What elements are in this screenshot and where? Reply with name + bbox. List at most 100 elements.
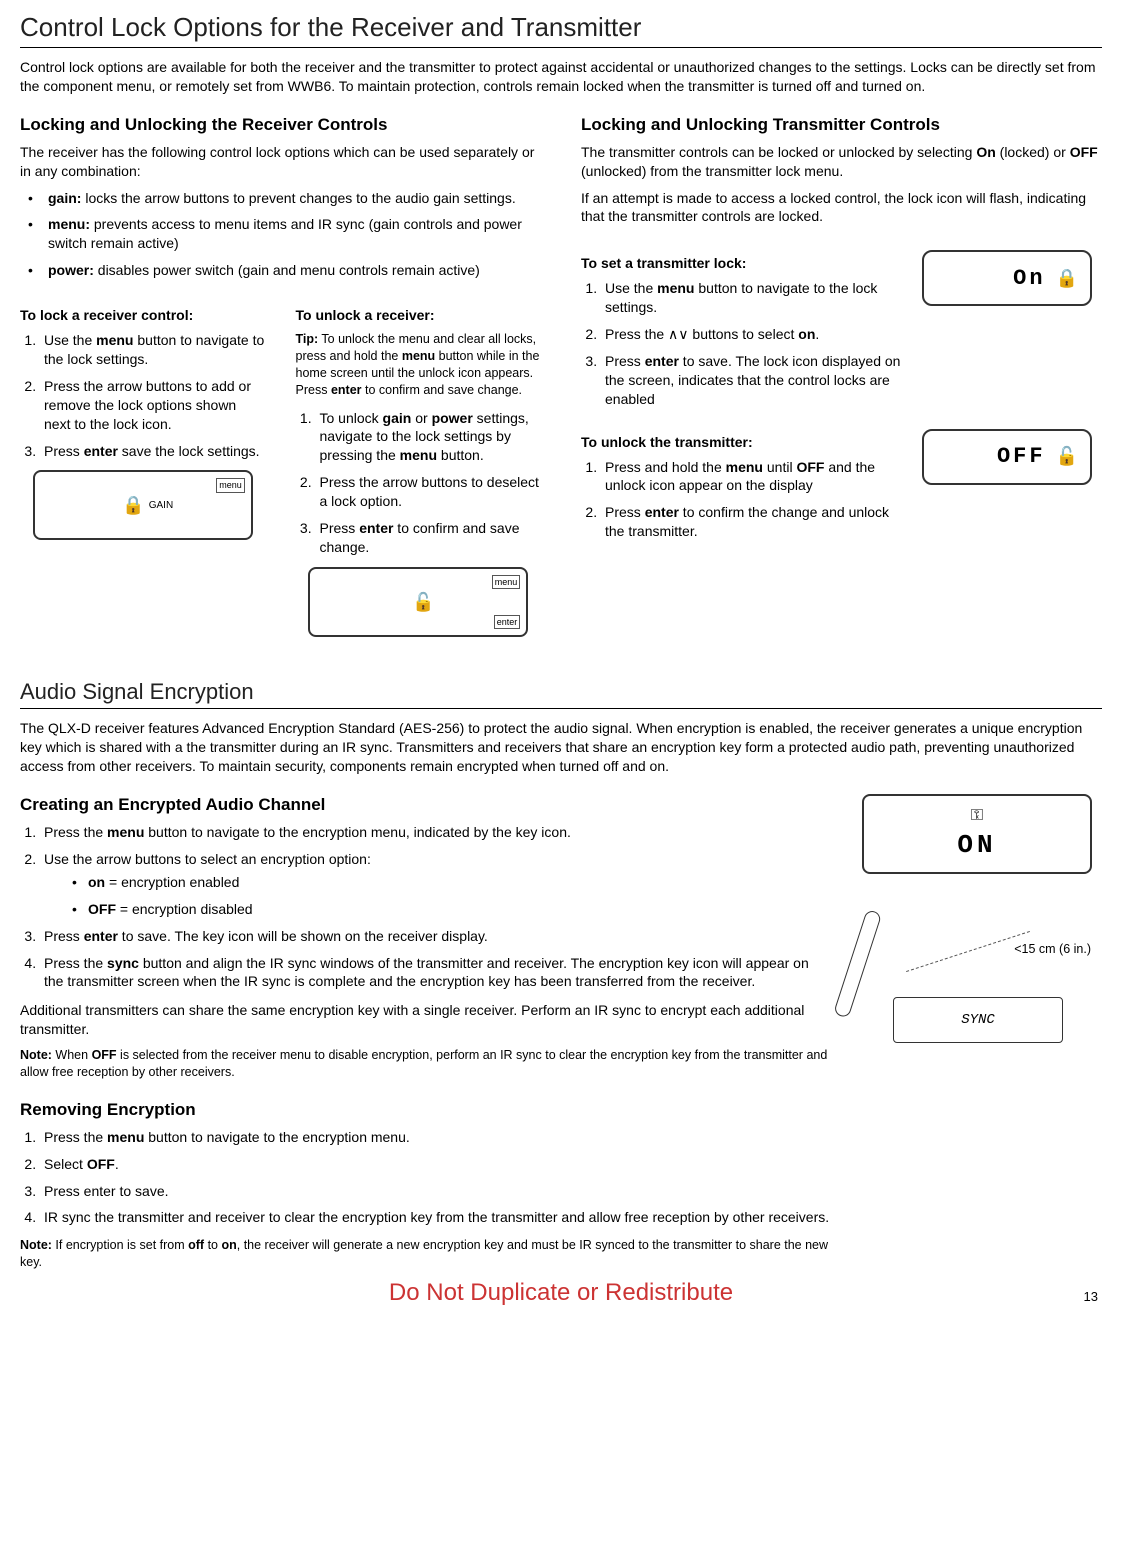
t: on: [221, 1238, 236, 1252]
t: enter: [331, 383, 362, 397]
t: enter: [645, 353, 679, 369]
ir-beam-line: [906, 931, 1030, 972]
receiver-option-gain-text: locks the arrow buttons to prevent chang…: [85, 190, 515, 206]
lock-receiver-step1: Use the menu button to navigate to the l…: [40, 331, 266, 369]
t: Select: [44, 1156, 87, 1172]
t: button to navigate to the encryption men…: [144, 1129, 409, 1145]
t: to: [204, 1238, 221, 1252]
tx-display-off: OFF 🔓: [922, 429, 1092, 485]
t: off: [188, 1238, 204, 1252]
set-tx-step3: Press enter to save. The lock icon displ…: [601, 352, 908, 409]
remove-enc-steps: Press the menu button to navigate to the…: [20, 1128, 832, 1228]
unlock-tx-step1: Press and hold the menu until OFF and th…: [601, 458, 908, 496]
sync-distance-label: <15 cm (6 in.): [1014, 941, 1091, 958]
unlock-receiver-step2: Press the arrow buttons to deselect a lo…: [316, 473, 542, 511]
receiver-option-menu-text: prevents access to menu items and IR syn…: [48, 216, 522, 251]
t: Press the: [44, 1129, 107, 1145]
t: button and align the IR sync windows of …: [44, 955, 809, 990]
create-enc-note: Note: When OFF is selected from the rece…: [20, 1047, 832, 1081]
lock-icon: 🔒: [122, 493, 144, 517]
sync-receiver-box: SYNC: [893, 997, 1063, 1043]
t: When: [52, 1048, 92, 1062]
t: = encryption enabled: [105, 874, 239, 890]
page-intro: Control lock options are available for b…: [20, 58, 1102, 96]
lock-receiver-step3: Press enter save the lock settings.: [40, 442, 266, 461]
t: sync: [107, 955, 139, 971]
receiver-option-menu: menu: prevents access to menu items and …: [38, 215, 541, 253]
t: Note:: [20, 1048, 52, 1062]
create-enc-step3: Press enter to save. The key icon will b…: [40, 927, 832, 946]
unlock-icon: 🔓: [1056, 444, 1078, 468]
t: menu: [96, 332, 133, 348]
t: menu: [657, 280, 694, 296]
create-enc-heading: Creating an Encrypted Audio Channel: [20, 794, 832, 817]
receiver-option-power-text: disables power switch (gain and menu con…: [98, 262, 480, 278]
transmitter-heading: Locking and Unlocking Transmitter Contro…: [581, 114, 1102, 137]
page-number: 13: [1084, 1288, 1098, 1306]
t: Note:: [20, 1238, 52, 1252]
enter-button-icon: enter: [494, 615, 521, 629]
lock-receiver-heading: To lock a receiver control:: [20, 306, 266, 325]
t: menu: [400, 447, 437, 463]
set-tx-lock-heading: To set a transmitter lock:: [581, 254, 908, 273]
remove-enc-step3: Press enter to save.: [40, 1182, 832, 1201]
set-tx-step1: Use the menu button to navigate to the l…: [601, 279, 908, 317]
t: menu: [107, 1129, 144, 1145]
t: buttons to select: [689, 326, 799, 342]
remove-enc-step1: Press the menu button to navigate to the…: [40, 1128, 832, 1147]
t: OFF: [1070, 144, 1098, 160]
unlock-tx-steps: Press and hold the menu until OFF and th…: [581, 458, 908, 542]
menu-button-icon: menu: [216, 478, 245, 492]
enc-lcd-on: ON: [957, 828, 996, 863]
t: enter: [359, 520, 393, 536]
arrow-buttons-icon: ∧∨: [668, 326, 689, 342]
unlock-receiver-tip: Tip: To unlock the menu and clear all lo…: [296, 331, 542, 399]
encryption-heading: Audio Signal Encryption: [20, 677, 1102, 710]
t: Press: [605, 353, 645, 369]
t: power: [432, 410, 473, 426]
remove-enc-heading: Removing Encryption: [20, 1099, 832, 1122]
ir-sync-diagram: <15 cm (6 in.) SYNC: [862, 904, 1102, 1054]
t: is selected from the receiver menu to di…: [20, 1048, 827, 1079]
tx-lcd-off: OFF: [997, 442, 1046, 472]
t: (locked) or: [996, 144, 1070, 160]
t: enter: [84, 928, 118, 944]
t: OFF: [796, 459, 824, 475]
microphone-icon: [833, 909, 882, 1019]
t: Use the: [605, 280, 657, 296]
encryption-intro: The QLX-D receiver features Advanced Enc…: [20, 719, 1102, 776]
t: menu: [107, 824, 144, 840]
t: or: [411, 410, 431, 426]
t: enter: [84, 443, 118, 459]
set-tx-lock-steps: Use the menu button to navigate to the l…: [581, 279, 908, 408]
enc-option-on: on = encryption enabled: [84, 873, 832, 892]
t: on: [88, 874, 105, 890]
enc-option-off: OFF = encryption disabled: [84, 900, 832, 919]
receiver-lock-illustration: 🔒 GAIN menu: [33, 470, 253, 540]
t: save the lock settings.: [118, 443, 260, 459]
create-enc-additional: Additional transmitters can share the sa…: [20, 1001, 832, 1039]
t: to save. The key icon will be shown on t…: [118, 928, 488, 944]
key-icon: ⚿: [971, 805, 983, 827]
t: Press: [605, 504, 645, 520]
t: OFF: [92, 1048, 117, 1062]
t: Use the: [44, 332, 96, 348]
t: On: [976, 144, 995, 160]
lock-receiver-steps: Use the menu button to navigate to the l…: [20, 331, 266, 460]
create-enc-step2: Use the arrow buttons to select an encry…: [40, 850, 832, 919]
page-title: Control Lock Options for the Receiver an…: [20, 10, 1102, 48]
t: OFF: [87, 1156, 115, 1172]
unlock-receiver-step1: To unlock gain or power settings, naviga…: [316, 409, 542, 466]
t: menu: [402, 349, 435, 363]
t: Press the: [605, 326, 668, 342]
t: on: [798, 326, 815, 342]
t: OFF: [88, 901, 116, 917]
lock-icon: 🔒: [1056, 266, 1078, 290]
receiver-options-list: gain: locks the arrow buttons to prevent…: [20, 189, 541, 281]
t: to confirm and save change.: [362, 383, 523, 397]
receiver-option-power: power: disables power switch (gain and m…: [38, 261, 541, 280]
t: button.: [437, 447, 484, 463]
t: (unlocked) from the transmitter lock men…: [581, 163, 843, 179]
menu-button-icon: menu: [492, 575, 521, 589]
transmitter-flash-note: If an attempt is made to access a locked…: [581, 189, 1102, 227]
